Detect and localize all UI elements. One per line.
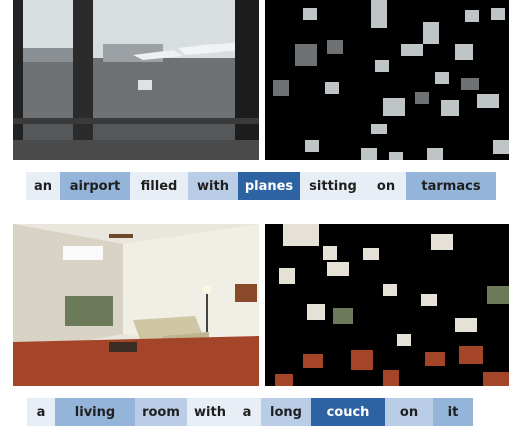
caption-word: sitting bbox=[300, 172, 366, 200]
caption-word: tarmacs bbox=[406, 172, 496, 200]
caption-word: long bbox=[261, 398, 311, 426]
caption-word: with bbox=[187, 398, 233, 426]
caption-word: an bbox=[26, 172, 60, 200]
airport-masked-patches bbox=[265, 0, 509, 160]
caption-word: a bbox=[27, 398, 55, 426]
caption-word: room bbox=[135, 398, 187, 426]
caption-word: on bbox=[385, 398, 433, 426]
caption-row-1: an airport filled with planes sitting on tarmac… bbox=[26, 172, 496, 200]
caption-word: with bbox=[188, 172, 238, 200]
caption-word: airport bbox=[60, 172, 130, 200]
airport-photo bbox=[13, 0, 259, 160]
living-room-masked-patches bbox=[265, 224, 509, 386]
caption-word: filled bbox=[130, 172, 188, 200]
caption-word: couch bbox=[311, 398, 385, 426]
caption-word: living bbox=[55, 398, 135, 426]
caption-row-2: a living room with a long couch on it bbox=[27, 398, 473, 426]
caption-word: it bbox=[433, 398, 473, 426]
caption-word: on bbox=[366, 172, 406, 200]
caption-word: planes bbox=[238, 172, 300, 200]
caption-word: a bbox=[233, 398, 261, 426]
living-room-photo bbox=[13, 224, 259, 386]
